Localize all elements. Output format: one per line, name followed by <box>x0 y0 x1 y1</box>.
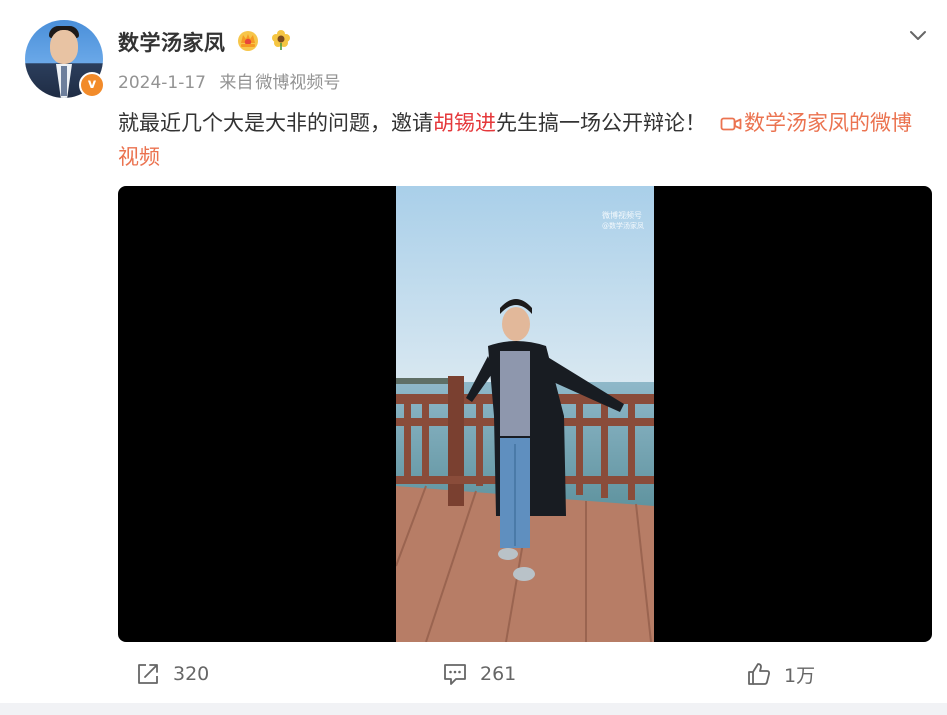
video-watermark-line1: 微博视频号 <box>602 211 642 220</box>
video-frame: 微博视频号 @数学汤家凤 <box>396 186 654 642</box>
verified-badge-icon: v <box>79 72 105 98</box>
post-source[interactable]: 微博视频号 <box>255 73 340 93</box>
flower-badge-icon[interactable] <box>270 28 292 50</box>
post-text: 就最近几个大是大非的问题，邀请胡锡进先生搞一场公开辩论！ 数学汤家凤的微博视频 <box>118 106 928 174</box>
post-source-prefix: 来自 <box>219 73 254 93</box>
video-still-image <box>396 186 654 642</box>
comment-button[interactable]: 261 <box>442 654 516 694</box>
share-button[interactable]: 320 <box>135 654 209 694</box>
share-count: 320 <box>173 663 210 685</box>
feed-divider <box>0 703 947 715</box>
post-actions: 320 261 1万 <box>0 654 947 694</box>
video-player[interactable]: 微博视频号 @数学汤家凤 <box>118 186 932 642</box>
like-button[interactable]: 1万 <box>746 654 815 694</box>
video-camera-icon <box>720 117 742 131</box>
video-watermark: 微博视频号 @数学汤家凤 <box>602 210 644 231</box>
post-meta: 2024-1-17 来自 微博视频号 <box>118 68 340 93</box>
comment-count: 261 <box>480 663 517 685</box>
chevron-down-icon[interactable] <box>907 24 929 46</box>
post-date[interactable]: 2024-1-17 <box>118 73 206 93</box>
thumbs-up-icon <box>748 663 770 685</box>
post-text-after: 先生搞一场公开辩论！ <box>496 111 706 135</box>
author-name[interactable]: 数学汤家凤 <box>118 27 226 57</box>
like-count: 1万 <box>784 664 816 687</box>
crown-badge-icon[interactable] <box>236 28 260 52</box>
weibo-post-card: v 数学汤家凤 2024-1-17 来自 微博视频号 就最近几个大是大非的问题，邀… <box>0 0 947 715</box>
mention-link[interactable]: 胡锡进 <box>433 111 496 135</box>
avatar[interactable]: v <box>25 20 105 98</box>
share-icon <box>138 664 158 684</box>
post-text-before: 就最近几个大是大非的问题，邀请 <box>118 111 433 135</box>
video-watermark-line2: @数学汤家凤 <box>602 222 644 230</box>
comment-icon <box>444 664 466 685</box>
